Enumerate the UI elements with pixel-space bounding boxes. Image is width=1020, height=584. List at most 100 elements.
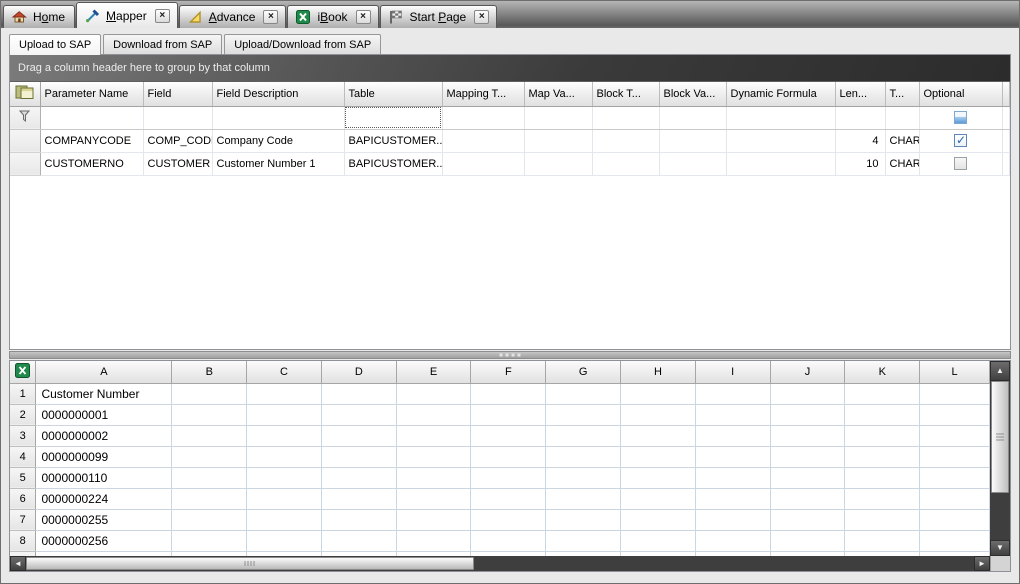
sheet-cell-g2[interactable] <box>546 404 621 425</box>
sheet-cell-j2[interactable] <box>770 404 845 425</box>
horizontal-scroll-track[interactable] <box>474 556 974 571</box>
column-header-field[interactable]: Field <box>143 82 212 106</box>
sheet-column-header-i[interactable]: I <box>695 361 770 383</box>
grid-cell-mapping-t[interactable] <box>442 129 524 152</box>
sheet-column-header-d[interactable]: D <box>321 361 396 383</box>
grid-cell-field-description[interactable]: Company Code <box>212 129 344 152</box>
column-header-parameter-name[interactable]: Parameter Name <box>40 82 143 106</box>
sheet-cell-h2[interactable] <box>621 404 696 425</box>
filter-cell-field[interactable] <box>143 106 212 129</box>
sheet-cell-i8[interactable] <box>695 530 770 551</box>
sheet-cell-g1[interactable] <box>546 383 621 404</box>
sheet-cell-d4[interactable] <box>321 446 396 467</box>
sheet-cell-i3[interactable] <box>695 425 770 446</box>
sheet-cell-b1[interactable] <box>172 383 247 404</box>
sheet-cell-h8[interactable] <box>621 530 696 551</box>
sheet-cell-j6[interactable] <box>770 488 845 509</box>
sheet-cell-i4[interactable] <box>695 446 770 467</box>
sheet-cell-g4[interactable] <box>546 446 621 467</box>
row-indicator[interactable] <box>10 129 40 152</box>
sheet-cell-b3[interactable] <box>172 425 247 446</box>
sheet-cell-d3[interactable] <box>321 425 396 446</box>
column-header-optional[interactable]: Optional <box>919 82 1002 106</box>
filter-cell-optional[interactable] <box>919 106 1002 129</box>
grid-cell-field[interactable]: COMP_CODE <box>143 129 212 152</box>
sheet-cell-g8[interactable] <box>546 530 621 551</box>
grid-cell-table[interactable]: BAPICUSTOMER... <box>344 152 442 175</box>
doc-tab-mapper[interactable]: Mapper× <box>76 2 178 28</box>
sheet-cell-h1[interactable] <box>621 383 696 404</box>
sheet-cell-g6[interactable] <box>546 488 621 509</box>
sheet-cell-c6[interactable] <box>247 488 322 509</box>
grid-cell-len[interactable]: 10 <box>835 152 885 175</box>
sheet-cell-d7[interactable] <box>321 509 396 530</box>
optional-filter-icon[interactable] <box>954 111 967 124</box>
sub-tab-download-from-sap[interactable]: Download from SAP <box>103 34 222 54</box>
sheet-cell-k8[interactable] <box>845 530 920 551</box>
sheet-cell-d1[interactable] <box>321 383 396 404</box>
filter-cell-block-t[interactable] <box>592 106 659 129</box>
sheet-cell-g7[interactable] <box>546 509 621 530</box>
filter-cell-parameter-name[interactable] <box>40 106 143 129</box>
sheet-column-header-c[interactable]: C <box>247 361 322 383</box>
sheet-cell-c2[interactable] <box>247 404 322 425</box>
sheet-cell-c1[interactable] <box>247 383 322 404</box>
sheet-column-header-j[interactable]: J <box>770 361 845 383</box>
column-header-block-va[interactable]: Block Va... <box>659 82 726 106</box>
row-number[interactable]: 8 <box>10 530 36 551</box>
filter-cell-len[interactable] <box>835 106 885 129</box>
sheet-cell-b6[interactable] <box>172 488 247 509</box>
sheet-cell-b8[interactable] <box>172 530 247 551</box>
sheet-cell-f4[interactable] <box>471 446 546 467</box>
sheet-cell-b2[interactable] <box>172 404 247 425</box>
column-header-table[interactable]: Table <box>344 82 442 106</box>
grid-cell-len[interactable]: 4 <box>835 129 885 152</box>
sub-tab-upload-download-from-sap[interactable]: Upload/Download from SAP <box>224 34 381 54</box>
sheet-cell-i6[interactable] <box>695 488 770 509</box>
sheet-column-header-a[interactable]: A <box>36 361 172 383</box>
grid-cell-dynamic-formula[interactable] <box>726 152 835 175</box>
sheet-cell-k5[interactable] <box>845 467 920 488</box>
sheet-cell-a8[interactable]: 0000000256 <box>36 530 172 551</box>
sheet-column-header-e[interactable]: E <box>396 361 471 383</box>
grid-cell-block-t[interactable] <box>592 152 659 175</box>
sheet-cell-i2[interactable] <box>695 404 770 425</box>
horizontal-scroll-thumb[interactable] <box>26 557 474 570</box>
filter-cell-block-va[interactable] <box>659 106 726 129</box>
row-number[interactable]: 7 <box>10 509 36 530</box>
column-header-field-description[interactable]: Field Description <box>212 82 344 106</box>
sheet-cell-j7[interactable] <box>770 509 845 530</box>
sheet-cell-e2[interactable] <box>396 404 471 425</box>
sub-tab-upload-to-sap[interactable]: Upload to SAP <box>9 34 101 55</box>
sheet-cell-k2[interactable] <box>845 404 920 425</box>
sheet-cell-e5[interactable] <box>396 467 471 488</box>
sheet-cell-e1[interactable] <box>396 383 471 404</box>
vertical-scroll-thumb[interactable] <box>991 381 1009 493</box>
sheet-cell-c5[interactable] <box>247 467 322 488</box>
sheet-cell-j5[interactable] <box>770 467 845 488</box>
sheet-cell-l2[interactable] <box>920 404 990 425</box>
sheet-cell-c8[interactable] <box>247 530 322 551</box>
sheet-cell-b4[interactable] <box>172 446 247 467</box>
sheet-cell-j3[interactable] <box>770 425 845 446</box>
grid-cell-field[interactable]: CUSTOMER <box>143 152 212 175</box>
doc-tab-home[interactable]: Home <box>3 5 75 28</box>
column-header-t[interactable]: T... <box>885 82 919 106</box>
sheet-cell-j4[interactable] <box>770 446 845 467</box>
sheet-cell-b7[interactable] <box>172 509 247 530</box>
column-header-block-t[interactable]: Block T... <box>592 82 659 106</box>
row-number[interactable]: 3 <box>10 425 36 446</box>
sheet-cell-d2[interactable] <box>321 404 396 425</box>
sheet-cell-e3[interactable] <box>396 425 471 446</box>
sheet-cell-f1[interactable] <box>471 383 546 404</box>
grid-options-icon[interactable] <box>15 91 34 103</box>
group-by-bar[interactable]: Drag a column header here to group by th… <box>10 55 1010 82</box>
sheet-cell-a2[interactable]: 0000000001 <box>36 404 172 425</box>
column-header-mapping-t[interactable]: Mapping T... <box>442 82 524 106</box>
row-number[interactable]: 2 <box>10 404 36 425</box>
scroll-right-icon[interactable]: ► <box>974 556 990 571</box>
sheet-cell-i7[interactable] <box>695 509 770 530</box>
sheet-cell-k1[interactable] <box>845 383 920 404</box>
grid-cell-mapping-t[interactable] <box>442 152 524 175</box>
doc-tab-advance[interactable]: Advance× <box>179 5 287 28</box>
